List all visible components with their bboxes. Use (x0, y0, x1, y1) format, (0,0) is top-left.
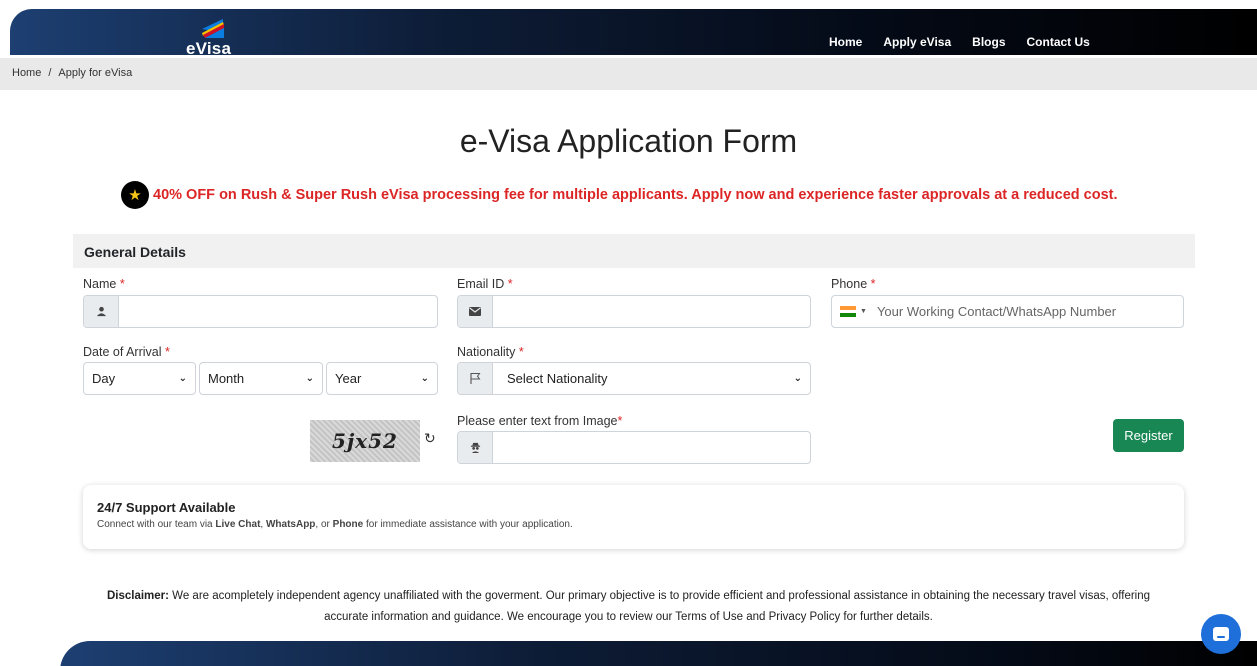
whatsapp-link[interactable]: WhatsApp (266, 519, 315, 530)
nationality-label: Nationality * (457, 345, 524, 359)
nav-contact-us[interactable]: Contact Us (1027, 35, 1090, 49)
phone-input[interactable] (876, 304, 1183, 319)
support-card: 24/7 Support Available Connect with our … (83, 485, 1184, 549)
nav-home[interactable]: Home (829, 35, 862, 49)
email-label-text: Email ID (457, 277, 505, 291)
arrival-month-value: Month (208, 371, 245, 386)
nationality-select[interactable]: Select Nationality ⌄ (493, 363, 810, 394)
required-mark: * (507, 277, 513, 291)
page-title: e-Visa Application Form (459, 123, 798, 159)
country-dropdown-caret-icon[interactable]: ▼ (860, 308, 867, 315)
flag-icon (458, 363, 493, 394)
disclaimer-text: We are acompletely independent agency un… (168, 590, 1151, 623)
arrival-label: Date of Arrival * (83, 345, 170, 359)
phone-label: Phone * (831, 277, 876, 291)
arrival-month-select[interactable]: Month ⌄ (199, 362, 323, 395)
email-input-group (457, 295, 811, 328)
required-mark: * (119, 277, 125, 291)
name-input[interactable] (119, 296, 437, 327)
promo-banner: ★ 40% OFF on Rush & Super Rush eVisa pro… (121, 181, 1118, 209)
arrival-day-value: Day (92, 371, 116, 386)
captcha-label: Please enter text from Image* (457, 414, 622, 428)
phone-link[interactable]: Phone (333, 519, 364, 530)
nationality-label-text: Nationality (457, 345, 516, 359)
required-mark: * (518, 345, 524, 359)
india-flag-icon[interactable] (840, 306, 856, 318)
email-input[interactable] (493, 296, 810, 327)
support-title: 24/7 Support Available (97, 500, 236, 515)
phone-input-group: ▼ (831, 295, 1184, 328)
arrival-day-select[interactable]: Day ⌄ (83, 362, 196, 395)
star-icon: ★ (121, 181, 149, 209)
user-secret-icon (458, 432, 493, 463)
chevron-down-icon: ⌄ (305, 373, 314, 384)
captcha-label-text: Please enter text from Image (457, 414, 618, 428)
support-desc-prefix: Connect with our team via (97, 519, 216, 530)
required-mark: * (870, 277, 876, 291)
disclaimer-label: Disclaimer: (106, 590, 169, 602)
section-title: General Details (73, 234, 1195, 268)
chat-icon (1213, 627, 1229, 641)
promo-text: 40% OFF on Rush & Super Rush eVisa proce… (153, 187, 1118, 203)
chevron-down-icon: ⌄ (420, 373, 429, 384)
nationality-selected-value: Select Nationality (507, 371, 608, 386)
captcha-input[interactable] (493, 432, 810, 463)
required-mark: * (617, 414, 623, 428)
captcha-image-text: 5jx52 (332, 429, 398, 453)
arrival-year-select[interactable]: Year ⌄ (326, 362, 438, 395)
breadcrumb-separator: / (48, 67, 52, 79)
name-input-group (83, 295, 438, 328)
arrival-label-text: Date of Arrival (83, 345, 162, 359)
email-label: Email ID * (457, 277, 513, 291)
nationality-input-group: Select Nationality ⌄ (457, 362, 811, 395)
logo-text[interactable]: eVisa (186, 39, 231, 59)
name-label-text: Name (83, 277, 117, 291)
breadcrumb: Home / Apply for eVisa (0, 58, 1257, 90)
captcha-image: 5jx52 (310, 420, 420, 462)
chevron-down-icon: ⌄ (793, 373, 802, 384)
breadcrumb-home[interactable]: Home (12, 67, 41, 79)
user-icon (84, 296, 119, 327)
live-chat-link[interactable]: Live Chat (215, 519, 260, 530)
support-description: Connect with our team via Live Chat, Wha… (97, 519, 1184, 530)
register-button[interactable]: Register (1113, 419, 1184, 452)
chat-widget-button[interactable] (1201, 614, 1241, 654)
nav-blogs[interactable]: Blogs (972, 35, 1005, 49)
support-desc-suffix: for immediate assistance with your appli… (363, 519, 573, 530)
name-label: Name * (83, 277, 125, 291)
footer-band (60, 641, 1257, 666)
main-nav: Home Apply eVisa Blogs Contact Us (829, 35, 1111, 49)
support-desc-or: , or (315, 519, 333, 530)
envelope-icon (458, 296, 493, 327)
refresh-captcha-icon[interactable]: ↻ (424, 430, 436, 447)
arrival-year-value: Year (335, 371, 362, 386)
phone-label-text: Phone (831, 277, 868, 291)
chevron-down-icon: ⌄ (178, 373, 187, 384)
disclaimer: Disclaimer: We are acompletely independe… (100, 586, 1157, 628)
top-navbar: eVisa Home Apply eVisa Blogs Contact Us (10, 9, 1257, 58)
breadcrumb-current: Apply for eVisa (58, 67, 133, 79)
required-mark: * (165, 345, 170, 359)
nav-apply-evisa[interactable]: Apply eVisa (883, 35, 951, 49)
captcha-input-group (457, 431, 811, 464)
